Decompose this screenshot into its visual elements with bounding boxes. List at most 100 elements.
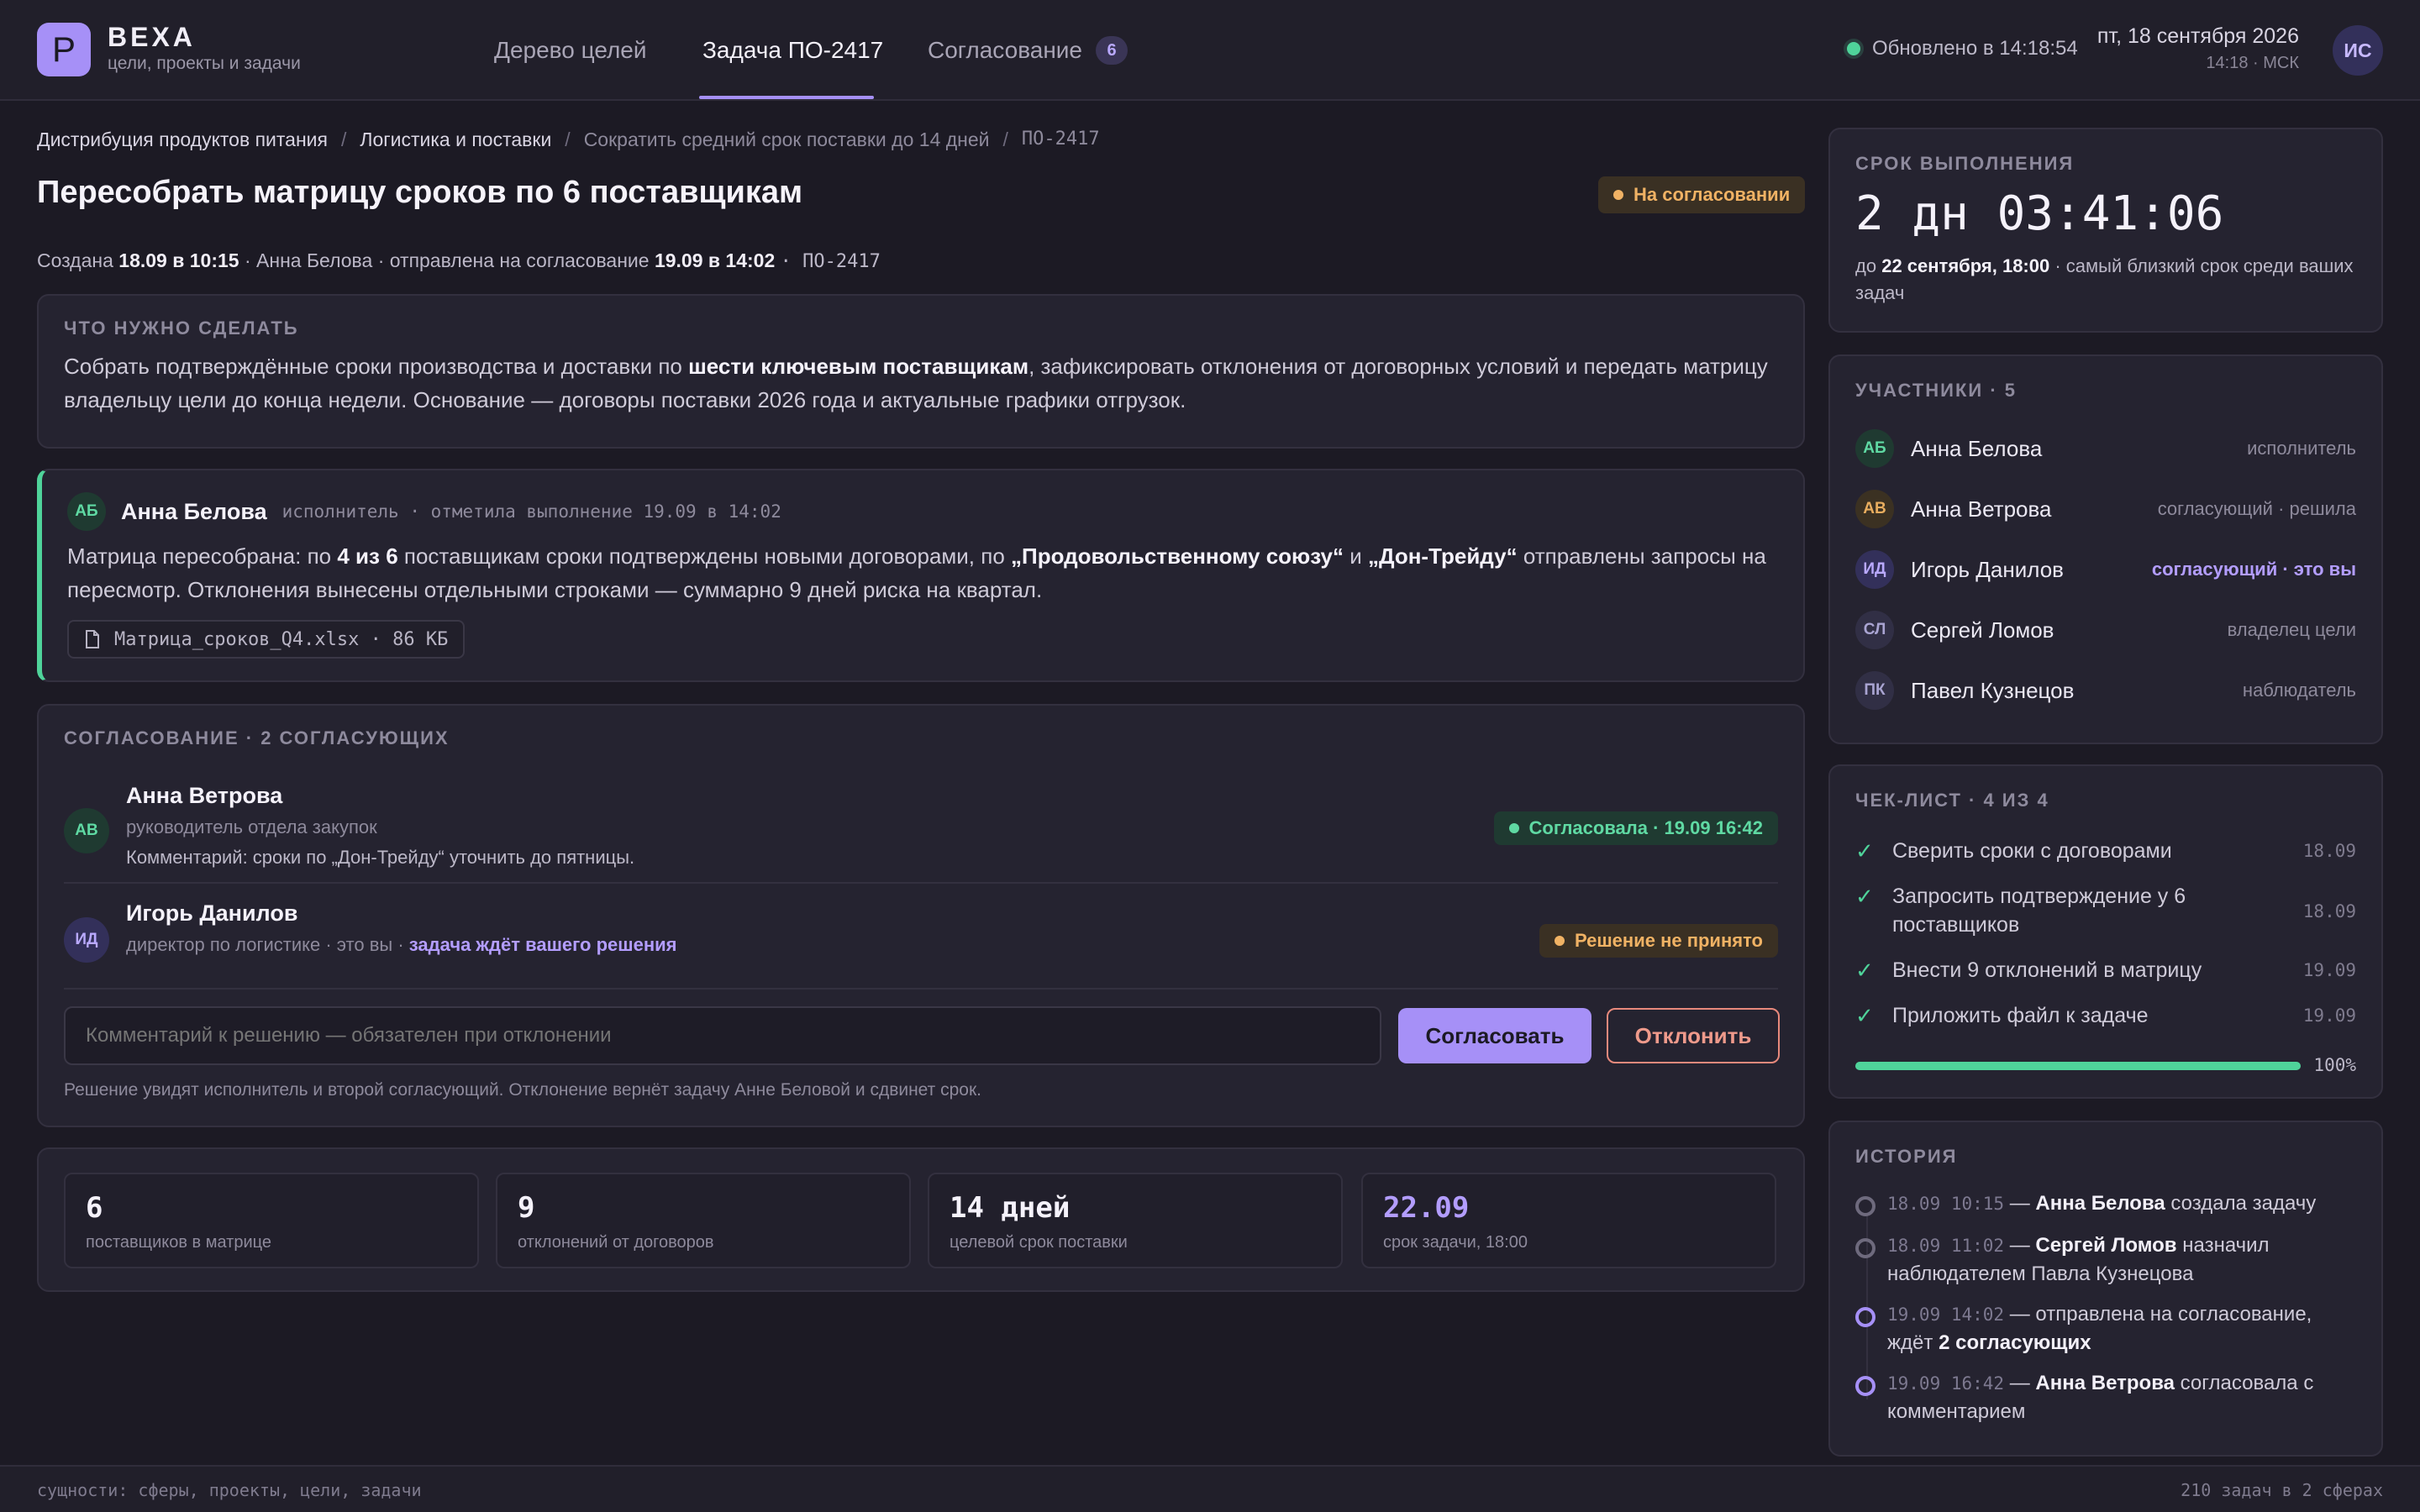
history-sep: — (2004, 1303, 2036, 1326)
countdown-timer: 2 дн 03:41:06 (1855, 186, 2224, 241)
checklist-progress-track (1855, 1062, 2301, 1070)
section-label: ЧЕК-ЛИСТ · 4 ИЗ 4 (1855, 790, 2049, 811)
tab-task[interactable]: Задача ПО-2417 (702, 0, 883, 101)
sync-status: Обновлено в 14:18:54 (1847, 37, 2078, 60)
approver-name[interactable]: Игорь Данилов (126, 900, 297, 927)
avatar: ИД (64, 917, 109, 963)
participant-role: согласующий · это вы (2151, 559, 2356, 580)
kpi-target-term: 14 дней целевой срок поставки (928, 1173, 1343, 1268)
current-time: 14:18 · МСК (2206, 54, 2299, 72)
deadline-card: СРОК ВЫПОЛНЕНИЯ 2 дн 03:41:06 до 22 сент… (1828, 128, 2383, 333)
checklist-progress-label: 100% (2313, 1055, 2356, 1075)
attachment-name: Матрица_сроков_Q4.xlsx · 86 КБ (114, 628, 449, 650)
checklist-item[interactable]: ✓ Запросить подтверждение у 6 поставщико… (1855, 882, 2356, 939)
report-author[interactable]: Анна Белова (121, 499, 267, 525)
check-icon[interactable]: ✓ (1855, 1001, 1892, 1030)
history-actor: Анна Ветрова (2035, 1372, 2175, 1394)
kpi-caption: срок задачи, 18:00 (1383, 1233, 1528, 1252)
participant-name: Павел Кузнецов (1911, 677, 2075, 703)
kpi-suppliers: 6 поставщиков в матрице (64, 1173, 479, 1268)
history-time: 19.09 14:02 (1887, 1305, 2005, 1325)
meta-sent-at: 19.09 в 14:02 (654, 249, 776, 271)
avatar: АВ (1855, 490, 1894, 528)
check-icon[interactable]: ✓ (1855, 956, 1892, 984)
approver-role: руководитель отдела закупок (126, 816, 377, 837)
timeline-dot-icon (1855, 1238, 1876, 1258)
meta-created-prefix: Создана (37, 249, 113, 271)
app-logo[interactable]: P (37, 23, 91, 76)
attachment-file[interactable]: Матрица_сроков_Q4.xlsx · 86 КБ (67, 620, 466, 659)
approver-role-line: директор по логистике · это вы · задача … (126, 934, 676, 956)
status-badge-label: На согласовании (1634, 184, 1791, 205)
timeline-dot-icon (1855, 1376, 1876, 1396)
avatar: АБ (67, 492, 106, 531)
tab-approval[interactable]: Согласование 6 (928, 0, 1128, 101)
history-text: 19.09 16:42 — Анна Ветрова согласовала с… (1887, 1369, 2356, 1426)
checklist-item-text: Приложить файл к задаче (1892, 1004, 2149, 1027)
checklist-item[interactable]: ✓ Сверить сроки с договорами 18.09 (1855, 837, 2356, 865)
avatar: АВ (64, 808, 109, 853)
participant-name: Анна Ветрова (1911, 496, 2052, 522)
checklist-item-date: 18.09 (2302, 901, 2356, 921)
approver-role: директор по логистике · это вы · (126, 934, 404, 955)
participant-row[interactable]: ПК Павел Кузнецов наблюдатель (1855, 667, 2356, 714)
breadcrumb-separator: / (565, 129, 571, 150)
report-text-part: Матрица пересобрана: по (67, 543, 332, 569)
participant-row[interactable]: ИД Игорь Данилов согласующий · это вы (1855, 546, 2356, 593)
tab-goal-tree[interactable]: Дерево целей (494, 0, 647, 101)
kpi-value: 9 (518, 1191, 535, 1225)
kpi-caption: отклонений от договоров (518, 1233, 714, 1252)
breadcrumb-goal[interactable]: Сократить средний срок поставки до 14 дн… (584, 129, 990, 151)
participant-row[interactable]: АБ Анна Белова исполнитель (1855, 425, 2356, 472)
approval-status-label: Решение не принято (1574, 930, 1763, 951)
history-time: 18.09 11:02 (1887, 1236, 2005, 1256)
history-time: 19.09 16:42 (1887, 1373, 2005, 1394)
approval-status-label: Согласовала · 19.09 16:42 (1528, 817, 1764, 838)
breadcrumb-project[interactable]: Логистика и поставки (360, 129, 551, 151)
kpi-value: 14 дней (950, 1191, 1071, 1225)
participant-role: исполнитель (2247, 438, 2356, 459)
checklist-item-date: 18.09 (2302, 841, 2356, 861)
kpi-caption: целевой срок поставки (950, 1233, 1128, 1252)
approver-name[interactable]: Анна Ветрова (126, 783, 282, 809)
approver-comment: Комментарий: сроки по „Дон-Трейду“ уточн… (126, 847, 635, 868)
task-description: Собрать подтверждённые сроки производств… (64, 349, 1778, 417)
checklist-item-date: 19.09 (2302, 1005, 2356, 1026)
history-action: создала задачу (2165, 1192, 2317, 1215)
kpi-deviations: 9 отклонений от договоров (496, 1173, 911, 1268)
clock: пт, 18 сентября 2026 14:18 · МСК (2097, 24, 2299, 73)
user-avatar[interactable]: ИС (2333, 25, 2383, 76)
breadcrumb: Дистрибуция продуктов питания / Логистик… (37, 129, 1100, 151)
decision-comment-input[interactable] (64, 1006, 1381, 1065)
report-text-emphasis: „Продовольственному союзу“ (1011, 543, 1344, 569)
history-item: 18.09 11:02 — Сергей Ломов назначил набл… (1855, 1231, 2356, 1289)
avatar: СЛ (1855, 611, 1894, 649)
breadcrumb-sphere[interactable]: Дистрибуция продуктов питания (37, 129, 328, 151)
sync-status-text: Обновлено в 14:18:54 (1872, 37, 2078, 60)
checklist-progress-fill (1855, 1062, 2301, 1070)
participant-row[interactable]: АВ Анна Ветрова согласующий · решила (1855, 486, 2356, 533)
completion-report-card: АБ Анна Белова исполнитель · отметила вы… (37, 469, 1805, 682)
reject-button[interactable]: Отклонить (1607, 1008, 1780, 1063)
checklist-card: ЧЕК-ЛИСТ · 4 ИЗ 4 ✓ Сверить сроки с дого… (1828, 764, 2383, 1099)
approver-row: ИД Игорь Данилов директор по логистике ·… (64, 900, 1778, 990)
breadcrumb-task-id: ПО-2417 (1021, 129, 1100, 150)
report-text-part: и (1349, 543, 1362, 569)
report-text: Матрица пересобрана: по 4 из 6 поставщик… (67, 539, 1778, 606)
checklist-item[interactable]: ✓ Приложить файл к задаче 19.09 (1855, 1001, 2356, 1030)
kpi-value: 22.09 (1383, 1191, 1470, 1225)
checklist-item[interactable]: ✓ Внести 9 отклонений в матрицу 19.09 (1855, 956, 2356, 984)
participant-name: Игорь Данилов (1911, 556, 2064, 582)
participant-row[interactable]: СЛ Сергей Ломов владелец цели (1855, 606, 2356, 654)
approve-button[interactable]: Согласовать (1398, 1008, 1591, 1063)
approval-count-badge: 6 (1096, 36, 1128, 65)
timeline-dot-icon (1855, 1307, 1876, 1327)
tab-label: Задача ПО-2417 (702, 37, 884, 63)
section-label: ЧТО НУЖНО СДЕЛАТЬ (64, 318, 299, 339)
check-icon[interactable]: ✓ (1855, 837, 1892, 865)
pending-dot-icon (1554, 936, 1565, 946)
description-emphasis: шести ключевым поставщикам (688, 354, 1029, 379)
check-icon[interactable]: ✓ (1855, 882, 1892, 911)
checklist-item-text: Сверить сроки с договорами (1892, 839, 2172, 863)
participant-name: Сергей Ломов (1911, 617, 2054, 643)
